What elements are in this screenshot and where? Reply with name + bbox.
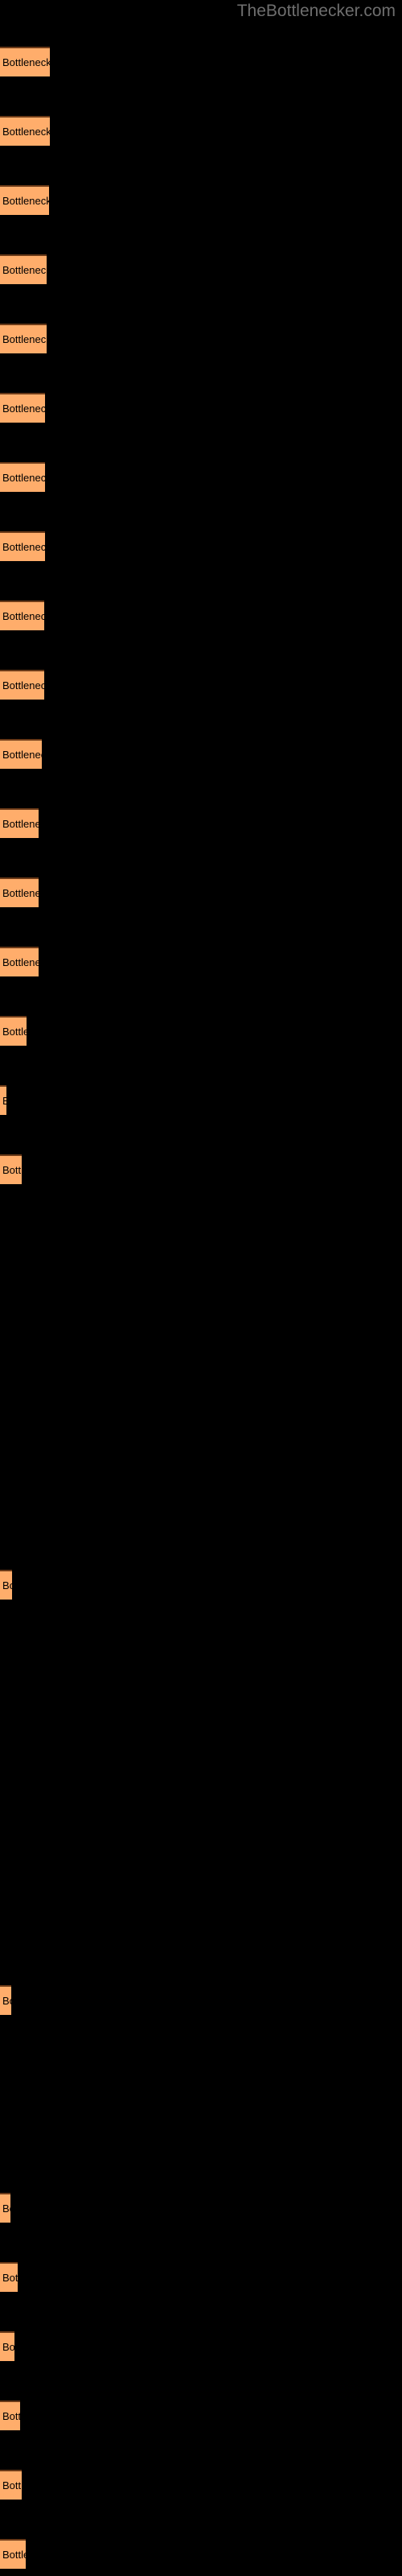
bar-label: Bottleneck result: [2, 679, 44, 691]
horizontal-bar-chart-plot-area: Bottleneck result Bottleneck result Bottle…: [0, 0, 402, 2576]
chart-bar[interactable]: Bottleneck result: [0, 1016, 27, 1046]
chart-bar[interactable]: Bottleneck result: [0, 947, 39, 976]
chart-bar[interactable]: Bottleneck result: [0, 2401, 20, 2430]
bar-label: Bottleneck result: [2, 1994, 11, 2007]
chart-bar[interactable]: Bottleneck result: [0, 1570, 12, 1600]
bar-label: Bottleneck result: [2, 817, 39, 830]
chart-bar[interactable]: Bottleneck result: [0, 2539, 26, 2569]
chart-page: TheBottlenecker.com Bottleneck resultBot…: [0, 0, 402, 2576]
chart-bar[interactable]: Bottleneck result: [0, 670, 44, 700]
bar-label: Bottleneck result: [2, 402, 45, 415]
bar-label: Bottleneck result: [2, 886, 39, 899]
chart-bar[interactable]: Bottleneck result: [0, 47, 50, 76]
chart-bar[interactable]: Bottleneck result: [0, 531, 45, 561]
chart-bar[interactable]: Bottleneck result: [0, 2262, 18, 2292]
bar-label: Bottleneck result: [2, 748, 42, 761]
bar-label: Bottleneck result: [2, 1025, 27, 1038]
chart-bar[interactable]: Bottleneck result: [0, 462, 45, 492]
bar-label: Bottleneck result: [2, 194, 49, 207]
chart-bar[interactable]: Bottleneck result: [0, 2470, 22, 2500]
chart-bar[interactable]: Bottleneck result: [0, 185, 49, 215]
bar-label: Bottleneck result: [2, 1095, 6, 1107]
chart-bar[interactable]: Bottleneck result: [0, 116, 50, 146]
bar-label: Bottleneck result: [2, 332, 47, 345]
bar-label: Bottleneck result: [2, 2340, 14, 2353]
bar-label: Bottleneck result: [2, 1579, 12, 1591]
chart-bar[interactable]: Bottleneck result: [0, 877, 39, 907]
chart-bar[interactable]: Bottleneck result: [0, 739, 42, 769]
bar-label: Bottleneck result: [2, 2271, 18, 2284]
bar-label: Bottleneck result: [2, 956, 39, 968]
bar-label: Bottleneck result: [2, 1163, 22, 1176]
bar-label: Bottleneck result: [2, 2548, 26, 2561]
bar-label: Bottleneck result: [2, 2479, 22, 2491]
bar-label: Bottleneck result: [2, 471, 45, 484]
bar-label: Bottleneck result: [2, 263, 47, 276]
chart-bar[interactable]: Bottleneck result: [0, 393, 45, 423]
bar-label: Bottleneck result: [2, 609, 44, 622]
chart-bar[interactable]: Bottleneck result: [0, 1985, 11, 2015]
chart-bar[interactable]: Bottleneck result: [0, 601, 44, 630]
bar-label: Bottleneck result: [2, 56, 50, 68]
chart-bar[interactable]: Bottleneck result: [0, 324, 47, 353]
chart-bar[interactable]: Bottleneck result: [0, 2331, 14, 2361]
chart-bar[interactable]: Bottleneck result: [0, 2193, 10, 2223]
chart-bar[interactable]: Bottleneck result: [0, 254, 47, 284]
chart-bar[interactable]: Bottleneck result: [0, 1154, 22, 1184]
chart-bar[interactable]: Bottleneck result: [0, 808, 39, 838]
bar-label: Bottleneck result: [2, 540, 45, 553]
chart-bar[interactable]: Bottleneck result: [0, 1085, 6, 1115]
bar-label: Bottleneck result: [2, 2202, 10, 2215]
bar-label: Bottleneck result: [2, 2409, 20, 2422]
bar-label: Bottleneck result: [2, 125, 50, 138]
